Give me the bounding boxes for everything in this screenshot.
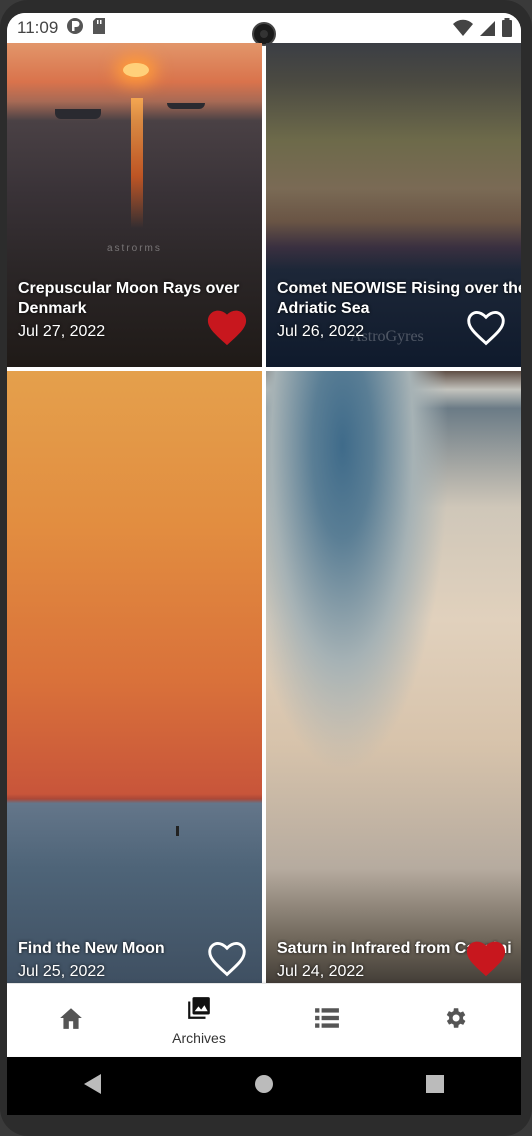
status-icons — [453, 18, 513, 43]
nav-label-archives: Archives — [172, 1029, 226, 1046]
photo-library-icon — [186, 995, 212, 1026]
nav-settings[interactable] — [391, 984, 519, 1056]
bottom-navigation: Archives — [7, 983, 521, 1056]
sd-card-icon — [92, 17, 106, 40]
gear-icon — [442, 1005, 468, 1036]
archive-card[interactable]: Find the New Moon Jul 25, 2022 — [7, 371, 262, 993]
archive-card[interactable]: Saturn in Infrared from Cassini Jul 24, … — [266, 371, 521, 993]
nav-home[interactable] — [7, 984, 135, 1056]
nav-archives[interactable]: Archives — [135, 984, 263, 1056]
favorite-heart-icon[interactable] — [464, 938, 508, 978]
buoy-shape — [176, 826, 179, 836]
signal-icon — [479, 19, 495, 42]
image-watermark: astrorms — [107, 243, 162, 254]
archive-card[interactable]: AstroGyres Comet NEOWISE Rising over the… — [266, 43, 521, 367]
system-navigation-bar — [7, 1057, 521, 1115]
list-icon — [314, 1007, 340, 1034]
home-icon — [58, 1006, 84, 1035]
card-date: Jul 27, 2022 — [18, 323, 106, 340]
home-circle-icon[interactable] — [254, 1074, 274, 1099]
boat-shape — [55, 109, 101, 119]
favorite-heart-outline-icon[interactable] — [464, 307, 508, 347]
favorite-heart-outline-icon[interactable] — [205, 938, 249, 978]
sun-reflection — [131, 98, 143, 228]
nav-list[interactable] — [263, 984, 391, 1056]
recents-icon[interactable] — [425, 1074, 445, 1099]
card-date: Jul 24, 2022 — [277, 963, 365, 980]
boat-shape — [167, 103, 205, 109]
app-screen: 11:09 astrorms Crepuscular Moon Rays ove… — [7, 13, 521, 1057]
archive-card[interactable]: astrorms Crepuscular Moon Rays over Denm… — [7, 43, 262, 367]
card-date: Jul 26, 2022 — [277, 323, 365, 340]
back-icon[interactable] — [83, 1073, 103, 1100]
wifi-icon — [453, 19, 473, 42]
sun-shape — [123, 63, 149, 77]
battery-icon — [501, 18, 513, 43]
card-image — [266, 371, 521, 993]
app-notification-icon — [66, 17, 84, 40]
apod-archive-grid: astrorms Crepuscular Moon Rays over Denm… — [7, 43, 521, 993]
favorite-heart-icon[interactable] — [205, 307, 249, 347]
status-time: 11:09 — [17, 18, 59, 37]
card-date: Jul 25, 2022 — [18, 963, 106, 980]
card-image — [7, 371, 262, 993]
